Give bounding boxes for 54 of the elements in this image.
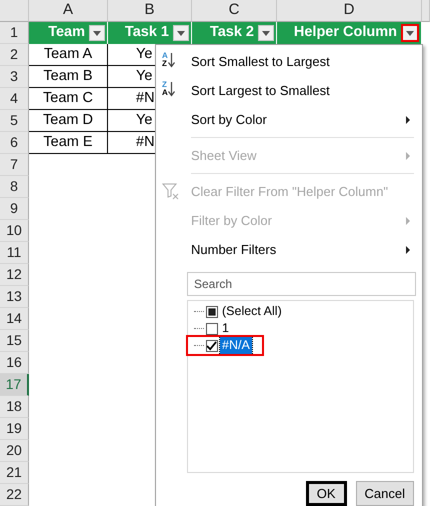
- value-label[interactable]: #N/A: [220, 336, 252, 355]
- caret-icon: [93, 30, 101, 36]
- checkbox[interactable]: [206, 322, 218, 334]
- menu-item[interactable]: Number Filters: [156, 235, 422, 264]
- cancel-button[interactable]: Cancel: [356, 481, 414, 506]
- column-header[interactable]: D: [277, 0, 422, 22]
- checkbox[interactable]: [206, 306, 218, 318]
- filter-button[interactable]: [173, 25, 189, 41]
- row-header[interactable]: 7: [0, 154, 29, 176]
- row-header[interactable]: 16: [0, 352, 29, 374]
- row-header[interactable]: 12: [0, 264, 29, 286]
- filter-button[interactable]: [89, 25, 105, 41]
- row-header[interactable]: 20: [0, 440, 29, 462]
- filter-button[interactable]: [401, 24, 419, 42]
- row-header[interactable]: 21: [0, 462, 29, 484]
- row-header[interactable]: 5: [0, 110, 29, 132]
- row-header[interactable]: 9: [0, 198, 29, 220]
- row-header[interactable]: 1: [0, 22, 29, 44]
- ok-button[interactable]: OK: [306, 481, 347, 506]
- row-header[interactable]: 8: [0, 176, 29, 198]
- table-cell: Team B: [29, 66, 108, 88]
- column-header[interactable]: B: [108, 0, 192, 22]
- table-cell: Team C: [29, 88, 108, 110]
- row-header[interactable]: 13: [0, 286, 29, 308]
- search-field[interactable]: Search: [187, 272, 416, 296]
- row-header[interactable]: 15: [0, 330, 29, 352]
- row-header[interactable]: 11: [0, 242, 29, 264]
- caret-icon: [177, 30, 185, 36]
- row-header[interactable]: 18: [0, 396, 29, 418]
- row-header[interactable]: 3: [0, 66, 29, 88]
- row-header[interactable]: 22: [0, 484, 29, 506]
- row-header[interactable]: 10: [0, 220, 29, 242]
- header-cell-text: Task 1: [124, 23, 169, 42]
- header-cell-text: Task 2: [210, 23, 254, 42]
- table-cell: Team D: [29, 110, 108, 132]
- row-header[interactable]: 17: [0, 374, 29, 396]
- row-header[interactable]: 14: [0, 308, 29, 330]
- table-cell: Team A: [29, 44, 108, 66]
- column-header[interactable]: A: [29, 0, 108, 22]
- value-label[interactable]: 1: [220, 319, 231, 338]
- checkbox[interactable]: [206, 340, 218, 352]
- value-label[interactable]: (Select All): [220, 302, 284, 321]
- row-header[interactable]: 6: [0, 132, 29, 154]
- clear-filter-icon: [162, 182, 180, 200]
- row-header[interactable]: 2: [0, 44, 29, 66]
- column-header[interactable]: C: [192, 0, 277, 22]
- caret-icon: [406, 30, 414, 36]
- caret-icon: [262, 30, 270, 36]
- row-header[interactable]: 4: [0, 88, 29, 110]
- table-cell: Team E: [29, 132, 108, 154]
- header-cell-text: Helper Column: [294, 23, 397, 42]
- row-header[interactable]: 19: [0, 418, 29, 440]
- header-cell-text: Team: [48, 23, 85, 42]
- filter-button[interactable]: [258, 25, 274, 41]
